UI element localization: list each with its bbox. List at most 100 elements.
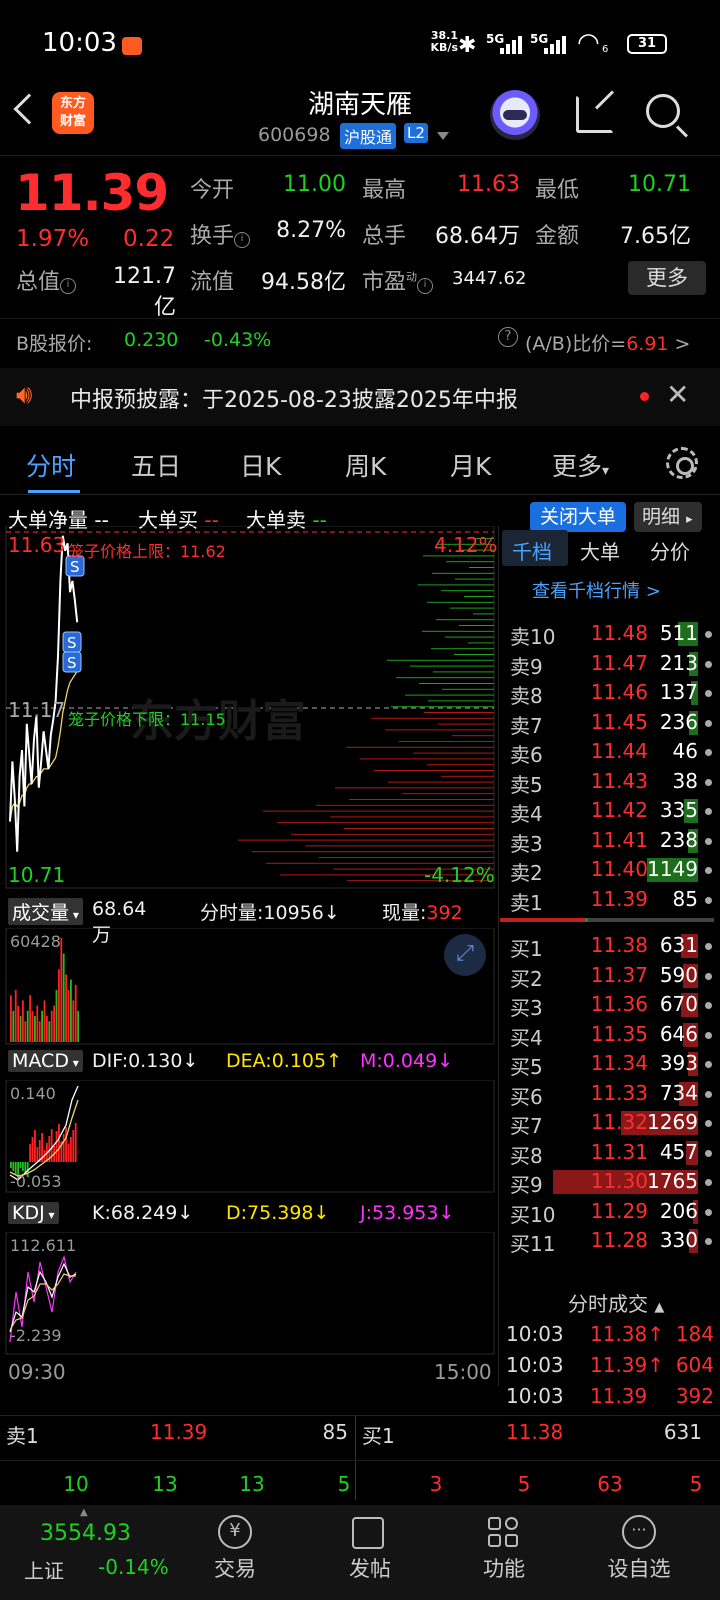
level-dot-icon xyxy=(705,1120,712,1127)
nav-functions[interactable]: 功能 xyxy=(454,1553,554,1583)
tab-five-day[interactable]: 五日 xyxy=(131,447,181,483)
nav-post[interactable]: 发帖 xyxy=(320,1553,420,1583)
ask-row[interactable]: 卖4 11.42 335 xyxy=(506,796,716,826)
info-icon[interactable]: i xyxy=(234,232,251,248)
kdj-k: K:68.249↓ xyxy=(92,1202,194,1224)
signal-bars-icon-2 xyxy=(544,36,570,54)
ask-row[interactable]: 卖6 11.44 46 xyxy=(506,737,716,767)
macd-bar xyxy=(34,1130,36,1162)
ask-row[interactable]: 卖1 11.39 85 xyxy=(506,885,716,915)
bid-row[interactable]: 买9 11.30 1765 xyxy=(506,1167,716,1197)
nav-add-watchlist[interactable]: 设自选 xyxy=(589,1553,689,1583)
bid-row[interactable]: 买6 11.33 734 xyxy=(506,1079,716,1109)
volume-selector[interactable]: 成交量 ▾ xyxy=(8,898,83,925)
share-icon[interactable] xyxy=(576,95,614,133)
kdj-top: 112.611 xyxy=(10,1236,77,1255)
depth-bar xyxy=(464,596,494,597)
ask-row[interactable]: 卖9 11.47 213 xyxy=(506,649,716,679)
bid-row[interactable]: 买3 11.36 670 xyxy=(506,990,716,1020)
nav-trade[interactable]: 交易 xyxy=(185,1553,285,1583)
info-icon[interactable]: i xyxy=(60,278,77,294)
status-time: 10:03 xyxy=(42,28,117,58)
ask-row[interactable]: 卖5 11.43 38 xyxy=(506,767,716,797)
bid-row[interactable]: 买4 11.35 646 xyxy=(506,1020,716,1050)
level-price: 11.36 xyxy=(590,992,648,1016)
bid-row[interactable]: 买11 11.28 330 xyxy=(506,1226,716,1256)
trade-row: 10:03 11.39 392 xyxy=(506,1384,718,1414)
expand-icon[interactable]: ⤢ xyxy=(444,934,486,976)
bid-row[interactable]: 买5 11.34 393 xyxy=(506,1049,716,1079)
more-dots-icon[interactable]: ··· xyxy=(622,1515,656,1549)
gear-icon[interactable] xyxy=(666,447,698,479)
volume-bar xyxy=(38,1021,41,1042)
level-price: 11.48 xyxy=(590,621,648,645)
ask-row[interactable]: 卖10 11.48 511 xyxy=(506,619,716,649)
app-logo[interactable]: 东方 财富 xyxy=(52,92,94,134)
post-icon[interactable] xyxy=(352,1517,384,1549)
ask-row[interactable]: 卖7 11.45 236 xyxy=(506,708,716,738)
kdj-bottom: -2.239 xyxy=(10,1326,62,1345)
orderbook-tab-price[interactable]: 分价 xyxy=(650,536,690,565)
high-value: 11.63 xyxy=(457,172,520,197)
ask-row[interactable]: 卖2 11.40 1149 xyxy=(506,855,716,885)
pe-label: 市盈动i xyxy=(362,264,434,296)
trades-title[interactable]: 分时成交 ▲ xyxy=(568,1288,664,1317)
macd-bar xyxy=(58,1124,60,1162)
kdj-selector[interactable]: KDJ ▾ xyxy=(8,1202,59,1224)
level-dot-icon xyxy=(705,867,712,874)
depth-bar xyxy=(263,810,494,812)
bottom-left-num: 13 xyxy=(152,1472,178,1496)
close-icon[interactable]: ✕ xyxy=(666,378,689,411)
notice-text: 中报预披露：于2025-08-23披露2025年中报 xyxy=(70,388,518,413)
notice-banner[interactable]: 🔊︎ 中报预披露：于2025-08-23披露2025年中报 ✕ xyxy=(0,368,720,426)
info-icon[interactable]: i xyxy=(417,278,434,294)
bid-row[interactable]: 买2 11.37 590 xyxy=(506,961,716,991)
b-share-row[interactable]: B股报价: 0.230 -0.43% ? (A/B)比价=6.91 > xyxy=(0,318,720,362)
tab-more[interactable]: 更多▾ xyxy=(552,447,609,483)
depth-bar xyxy=(396,677,494,679)
turnover-label: 换手 i xyxy=(190,218,251,250)
back-icon[interactable] xyxy=(13,93,45,125)
depth-bar xyxy=(422,630,494,632)
index-value[interactable]: 3554.93 xyxy=(40,1521,131,1546)
index-pct[interactable]: -0.14% xyxy=(98,1555,169,1579)
bid-row[interactable]: 买1 11.38 631 xyxy=(506,931,716,961)
depth-bar xyxy=(442,688,494,690)
ai-assistant-icon[interactable] xyxy=(490,90,540,140)
volume-bar xyxy=(65,974,67,1042)
level-price: 11.34 xyxy=(590,1051,648,1075)
depth-bar xyxy=(428,700,494,702)
level-dot-icon xyxy=(705,631,712,638)
view-all-depth-link[interactable]: 查看千档行情 > xyxy=(532,577,661,603)
level-label: 卖8 xyxy=(510,684,543,708)
b-share-price: 0.230 xyxy=(124,329,179,351)
hgt-badge: 沪股通 xyxy=(340,123,397,149)
tab-intraday[interactable]: 分时 xyxy=(26,447,76,483)
tab-daily-k[interactable]: 日K xyxy=(240,447,281,483)
trade-volume: 184 xyxy=(675,1322,714,1346)
level-price: 11.30 xyxy=(590,1169,648,1193)
app-notification-icon xyxy=(122,37,142,55)
orderbook-tab-1000[interactable]: 千档 xyxy=(512,536,552,565)
index-name[interactable]: 上证 xyxy=(24,1555,64,1584)
functions-icon[interactable] xyxy=(488,1517,520,1549)
orderbook-tab-big[interactable]: 大单 xyxy=(580,536,620,565)
tab-monthly-k[interactable]: 月K xyxy=(450,447,491,483)
tab-weekly-k[interactable]: 周K xyxy=(345,447,386,483)
level-dot-icon xyxy=(705,972,712,980)
help-icon[interactable]: ? xyxy=(498,327,518,347)
bid-row[interactable]: 买7 11.32 1269 xyxy=(506,1108,716,1138)
level-dot-icon xyxy=(705,1031,712,1039)
level-price: 11.40 xyxy=(590,857,648,881)
ask-row[interactable]: 卖8 11.46 137 xyxy=(506,678,716,708)
ask-row[interactable]: 卖3 11.41 238 xyxy=(506,826,716,856)
bid-row[interactable]: 买8 11.31 457 xyxy=(506,1138,716,1168)
bid-row[interactable]: 买10 11.29 206 xyxy=(506,1197,716,1227)
more-button[interactable]: 更多 xyxy=(628,261,706,295)
trade-icon[interactable]: ¥ xyxy=(218,1515,252,1549)
trade-volume: 604 xyxy=(675,1353,714,1377)
search-icon[interactable] xyxy=(646,94,680,128)
chevron-down-icon[interactable] xyxy=(437,132,449,140)
macd-selector[interactable]: MACD ▾ xyxy=(8,1050,83,1072)
level-dot-icon xyxy=(705,837,712,845)
